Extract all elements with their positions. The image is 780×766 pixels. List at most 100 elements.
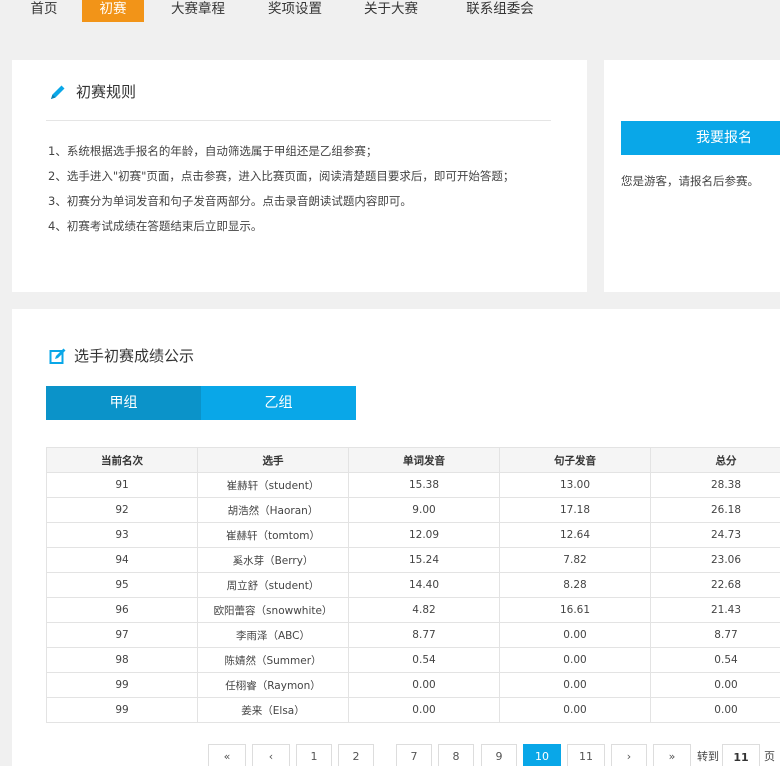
rule-item: 4、初赛考试成绩在答题结束后立即显示。 [48, 219, 263, 233]
top-nav: 首页 初赛 大赛章程 奖项设置 关于大赛 联系组委会 [0, 0, 780, 22]
table-header-row: 当前名次 选手 单词发音 句子发音 总分 [46, 447, 780, 473]
page-next-button[interactable]: › [611, 744, 647, 766]
player-cell: 欧阳蕾容（snowwhite） [197, 597, 349, 623]
nav-item-preliminary[interactable]: 初赛 [82, 0, 144, 22]
table-row: 97 李雨泽（ABC） 8.77 0.00 8.77 [46, 622, 780, 648]
table-row: 95 周立舒（student） 14.40 8.28 22.68 [46, 572, 780, 598]
player-cell: 陈婧然（Summer） [197, 647, 349, 673]
guest-notice: 您是游客，请报名后参赛。 [621, 174, 759, 188]
sentence-score-cell: 0.00 [499, 647, 651, 673]
player-cell: 崔赫轩（tomtom） [197, 522, 349, 548]
sentence-score-cell: 8.28 [499, 572, 651, 598]
player-cell: 崔赫轩（student） [197, 472, 349, 498]
player-cell: 胡浩然（Haoran） [197, 497, 349, 523]
player-cell: 奚水芽（Berry） [197, 547, 349, 573]
rule-item: 1、系统根据选手报名的年龄，自动筛选属于甲组还是乙组参赛； [48, 144, 378, 158]
page-button[interactable]: 9 [481, 744, 517, 766]
total-score-cell: 22.68 [650, 572, 780, 598]
page-first-button[interactable]: « [208, 744, 246, 766]
table-row: 98 陈婧然（Summer） 0.54 0.00 0.54 [46, 647, 780, 673]
sentence-score-cell: 0.00 [499, 622, 651, 648]
total-score-cell: 0.00 [650, 672, 780, 698]
total-score-cell: 28.38 [650, 472, 780, 498]
word-score-cell: 0.54 [348, 647, 500, 673]
table-row: 94 奚水芽（Berry） 15.24 7.82 23.06 [46, 547, 780, 573]
pagination: « ‹ 1 2 7 8 9 10 11 › » 转到 页 [0, 744, 780, 766]
rules-list: 1、系统根据选手报名的年龄，自动筛选属于甲组还是乙组参赛； 2、选手进入"初赛"… [48, 142, 514, 242]
total-score-cell: 0.54 [650, 647, 780, 673]
rank-cell: 94 [46, 547, 198, 573]
signup-card: 我要报名 您是游客，请报名后参赛。 [604, 60, 780, 292]
signup-button[interactable]: 我要报名 [621, 121, 780, 155]
pencil-icon [48, 82, 68, 102]
sentence-score-cell: 0.00 [499, 672, 651, 698]
group-tabs: 甲组 乙组 [46, 386, 356, 420]
sentence-score-cell: 17.18 [499, 497, 651, 523]
scores-card: 选手初赛成绩公示 甲组 乙组 当前名次 选手 单词发音 句子发音 总分 91 崔赫… [12, 309, 780, 766]
rank-cell: 91 [46, 472, 198, 498]
word-score-cell: 8.77 [348, 622, 500, 648]
nav-item-charter[interactable]: 大赛章程 [162, 0, 234, 22]
scores-title: 选手初赛成绩公示 [74, 347, 195, 365]
word-score-cell: 0.00 [348, 672, 500, 698]
tab-group-a[interactable]: 甲组 [46, 386, 201, 420]
table-row: 99 任栩睿（Raymon） 0.00 0.00 0.00 [46, 672, 780, 698]
goto-label: 转到 [697, 750, 719, 763]
rank-cell: 96 [46, 597, 198, 623]
rank-cell: 93 [46, 522, 198, 548]
nav-item-about[interactable]: 关于大赛 [355, 0, 427, 22]
rule-item: 3、初赛分为单词发音和句子发音两部分。点击录音朗读试题内容即可。 [48, 194, 412, 208]
total-score-cell: 24.73 [650, 522, 780, 548]
column-header-sentence-score: 句子发音 [499, 447, 651, 473]
total-score-cell: 21.43 [650, 597, 780, 623]
page-last-button[interactable]: » [653, 744, 691, 766]
rules-card: 初赛规则 1、系统根据选手报名的年龄，自动筛选属于甲组还是乙组参赛； 2、选手进… [12, 60, 587, 292]
total-score-cell: 0.00 [650, 697, 780, 723]
page-button[interactable]: 7 [396, 744, 432, 766]
word-score-cell: 15.38 [348, 472, 500, 498]
goto-page-input[interactable] [722, 744, 760, 766]
sentence-score-cell: 0.00 [499, 697, 651, 723]
rank-cell: 99 [46, 672, 198, 698]
column-header-rank: 当前名次 [46, 447, 198, 473]
word-score-cell: 4.82 [348, 597, 500, 623]
column-header-word-score: 单词发音 [348, 447, 500, 473]
rules-divider [46, 120, 551, 121]
column-header-total: 总分 [650, 447, 780, 473]
player-cell: 任栩睿（Raymon） [197, 672, 349, 698]
page-button[interactable]: 1 [296, 744, 332, 766]
page-button[interactable]: 11 [567, 744, 605, 766]
page-prev-button[interactable]: ‹ [252, 744, 290, 766]
page-button[interactable]: 8 [438, 744, 474, 766]
scores-table: 当前名次 选手 单词发音 句子发音 总分 91 崔赫轩（student） 15.38… [46, 447, 780, 723]
word-score-cell: 14.40 [348, 572, 500, 598]
word-score-cell: 9.00 [348, 497, 500, 523]
player-cell: 姜来（Elsa） [197, 697, 349, 723]
rules-title: 初赛规则 [76, 83, 137, 101]
nav-item-contact[interactable]: 联系组委会 [454, 0, 546, 22]
nav-item-home[interactable]: 首页 [18, 0, 70, 22]
nav-item-awards[interactable]: 奖项设置 [259, 0, 331, 22]
table-row: 99 姜来（Elsa） 0.00 0.00 0.00 [46, 697, 780, 723]
rank-cell: 95 [46, 572, 198, 598]
column-header-player: 选手 [197, 447, 349, 473]
sentence-score-cell: 12.64 [499, 522, 651, 548]
player-cell: 周立舒（student） [197, 572, 349, 598]
rank-cell: 92 [46, 497, 198, 523]
sentence-score-cell: 16.61 [499, 597, 651, 623]
table-row: 96 欧阳蕾容（snowwhite） 4.82 16.61 21.43 [46, 597, 780, 623]
table-row: 93 崔赫轩（tomtom） 12.09 12.64 24.73 [46, 522, 780, 548]
page-button-current[interactable]: 10 [523, 744, 561, 766]
scores-heading: 选手初赛成绩公示 [48, 345, 194, 366]
table-row: 91 崔赫轩（student） 15.38 13.00 28.38 [46, 472, 780, 498]
tab-group-b[interactable]: 乙组 [201, 386, 356, 420]
page-button[interactable]: 2 [338, 744, 374, 766]
table-row: 92 胡浩然（Haoran） 9.00 17.18 26.18 [46, 497, 780, 523]
rule-item: 2、选手进入"初赛"页面，点击参赛，进入比赛页面，阅读清楚题目要求后，即可开始答… [48, 169, 515, 183]
rules-heading: 初赛规则 [48, 81, 136, 102]
word-score-cell: 15.24 [348, 547, 500, 573]
sentence-score-cell: 13.00 [499, 472, 651, 498]
word-score-cell: 0.00 [348, 697, 500, 723]
rank-cell: 99 [46, 697, 198, 723]
word-score-cell: 12.09 [348, 522, 500, 548]
